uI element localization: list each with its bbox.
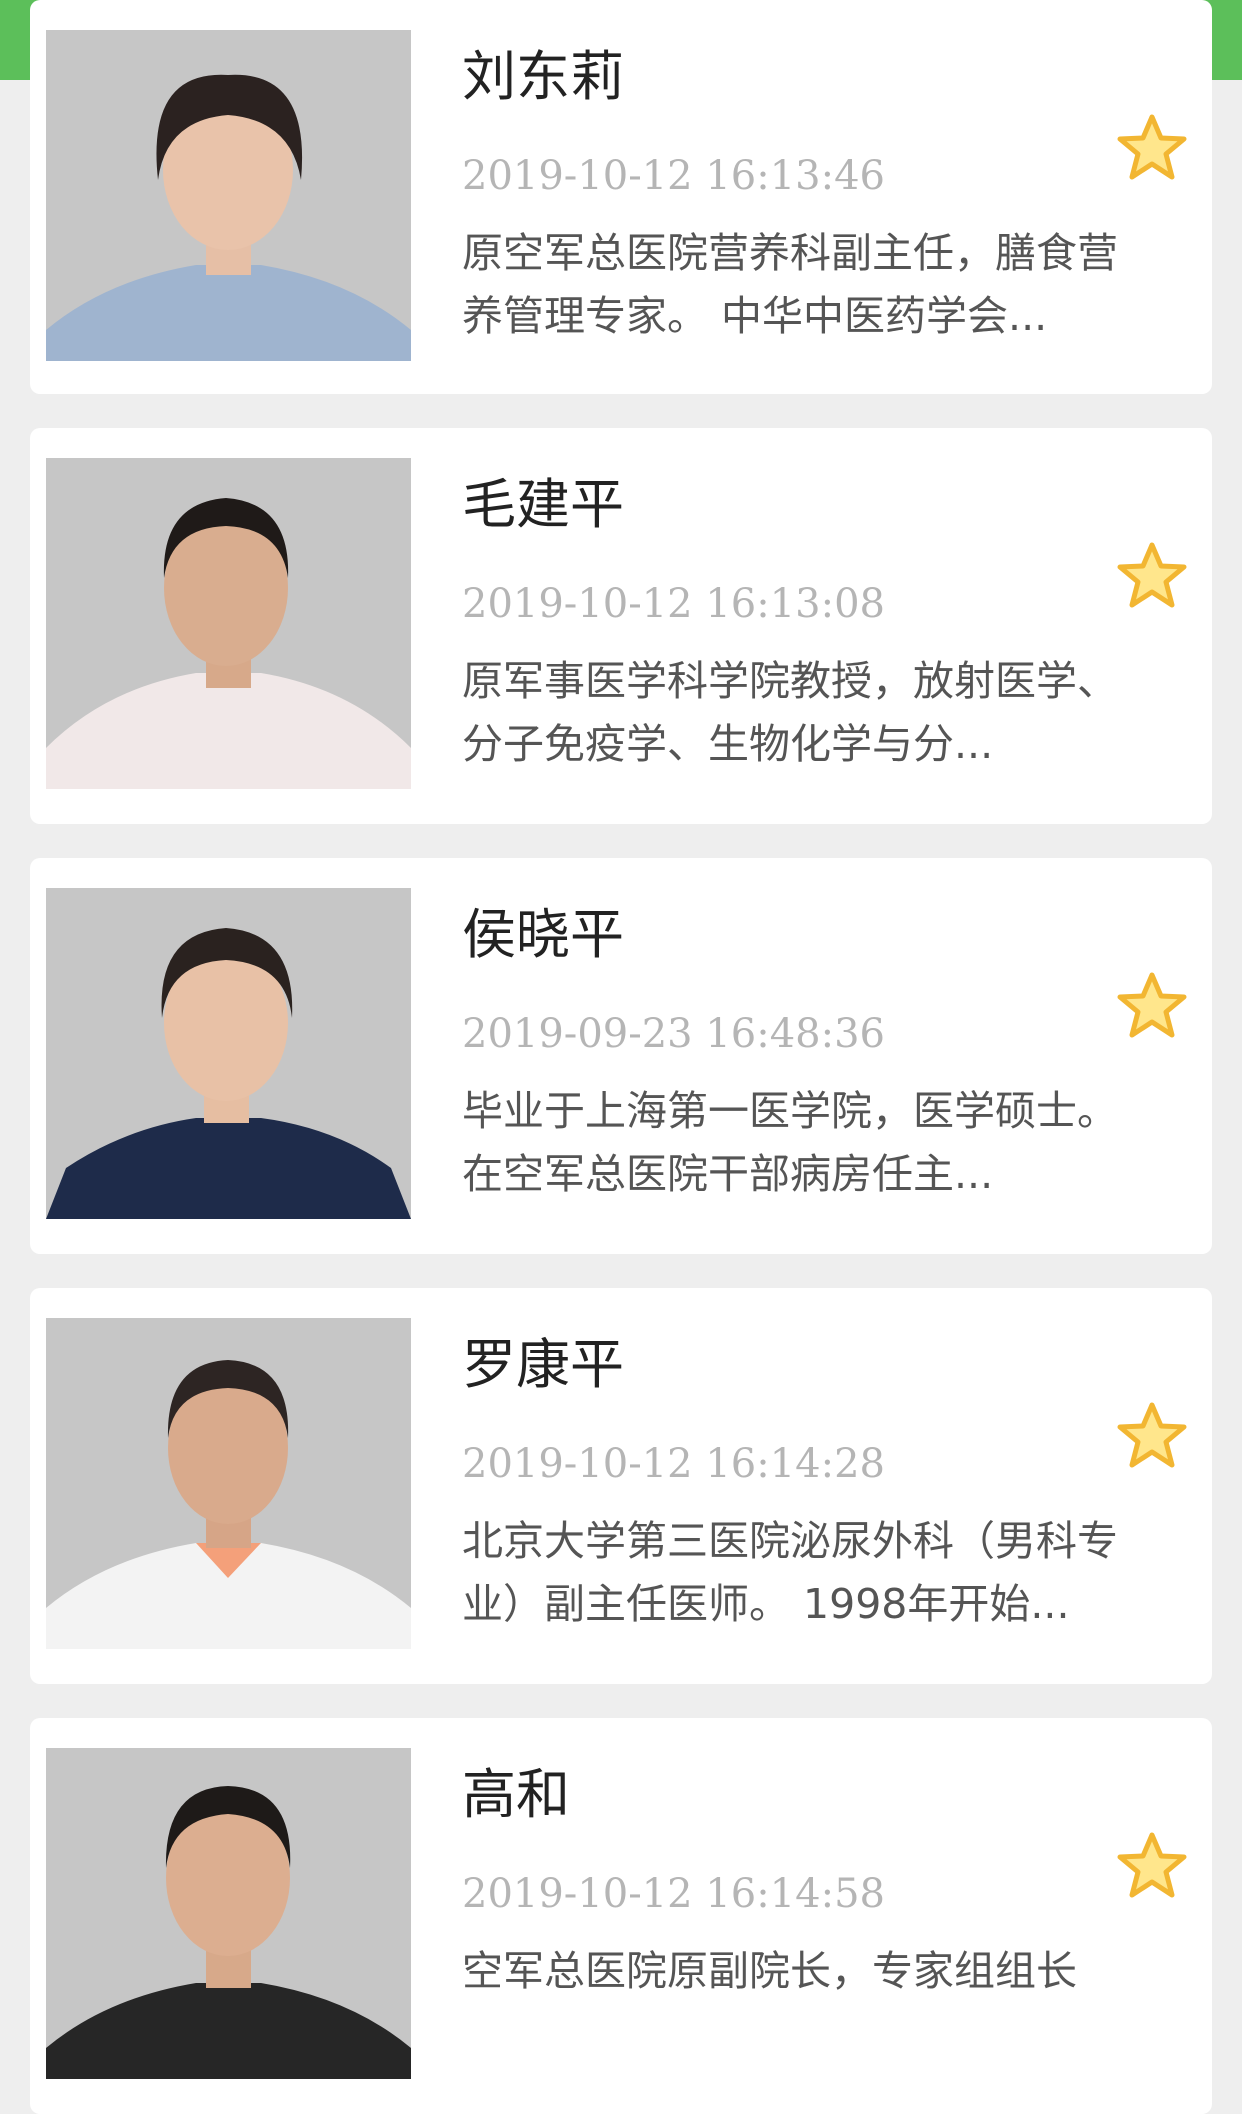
- doctor-name: 侯晓平: [462, 903, 624, 966]
- doctor-photo: [46, 30, 411, 361]
- doctor-timestamp: 2019-10-12 16:14:58: [462, 1871, 885, 1917]
- doctor-name: 毛建平: [462, 473, 624, 536]
- doctor-card[interactable]: 罗康平 2019-10-12 16:14:28 北京大学第三医院泌尿外科（男科专…: [30, 1288, 1212, 1684]
- star-outline-icon[interactable]: [1116, 540, 1188, 610]
- doctor-card[interactable]: 毛建平 2019-10-12 16:13:08 原军事医学科学院教授，放射医学、…: [30, 428, 1212, 824]
- doctor-photo: [46, 888, 411, 1219]
- doctor-card[interactable]: 刘东莉 2019-10-12 16:13:46 原空军总医院营养科副主任，膳食营…: [30, 0, 1212, 394]
- doctor-timestamp: 2019-10-12 16:13:08: [462, 581, 885, 627]
- doctor-name: 刘东莉: [462, 45, 624, 108]
- doctor-description: 空军总医院原副院长，专家组组长: [462, 1947, 1077, 1995]
- doctor-description: 原军事医学科学院教授，放射医学、分子免疫学、生物化学与分...: [462, 657, 1118, 768]
- doctor-card[interactable]: 高和 2019-10-12 16:14:58 空军总医院原副院长，专家组组长: [30, 1718, 1212, 2114]
- star-outline-icon[interactable]: [1116, 1400, 1188, 1470]
- star-outline-icon[interactable]: [1116, 1830, 1188, 1900]
- doctor-name: 高和: [462, 1763, 570, 1826]
- doctor-description: 原空军总医院营养科副主任，膳食营养管理专家。 中华中医药学会...: [462, 229, 1118, 340]
- star-outline-icon[interactable]: [1116, 112, 1188, 182]
- doctor-photo: [46, 1318, 411, 1649]
- doctor-description: 毕业于上海第一医学院，医学硕士。在空军总医院干部病房任主...: [462, 1087, 1118, 1198]
- doctor-name: 罗康平: [462, 1333, 624, 1396]
- doctor-photo: [46, 1748, 411, 2079]
- doctor-photo: [46, 458, 411, 789]
- doctor-description: 北京大学第三医院泌尿外科（男科专业）副主任医师。 1998年开始...: [462, 1517, 1118, 1628]
- doctor-timestamp: 2019-09-23 16:48:36: [462, 1011, 885, 1057]
- doctor-card[interactable]: 侯晓平 2019-09-23 16:48:36 毕业于上海第一医学院，医学硕士。…: [30, 858, 1212, 1254]
- doctor-timestamp: 2019-10-12 16:14:28: [462, 1441, 885, 1487]
- star-outline-icon[interactable]: [1116, 970, 1188, 1040]
- doctor-timestamp: 2019-10-12 16:13:46: [462, 153, 885, 199]
